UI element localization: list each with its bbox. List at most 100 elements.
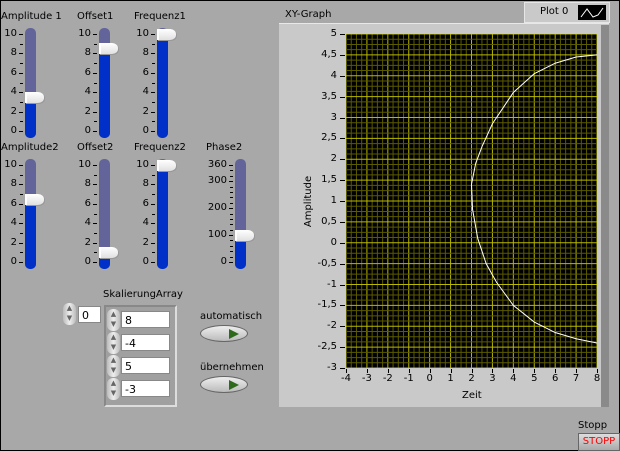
tick-label: 8 [142,47,149,59]
y-tick-label: -1 [327,278,337,290]
array-element-field[interactable]: 5 [121,357,170,374]
y-tick-label: 4,5 [321,48,337,60]
tick-label: 2 [10,236,17,248]
minor-tick [230,256,233,258]
stop-button[interactable]: STOPP [578,433,620,451]
slider-thumb-frequenz1[interactable] [157,29,176,40]
tick-label: 10 [136,159,149,170]
y-tick-label: 3 [330,111,337,123]
slider-thumb-offset2[interactable] [99,247,118,259]
minor-tick [20,111,23,113]
minor-tick [94,242,97,244]
y-tick-label: 1 [330,195,337,206]
minor-tick [94,63,97,65]
tick-label: 0 [220,256,227,267]
array-element-field[interactable]: 8 [121,311,170,328]
minor-tick [94,101,97,103]
slider-fill [25,97,36,138]
minor-tick [20,43,23,45]
y-tick-mark [340,305,345,307]
tick-label: 2 [142,236,149,248]
array-index-spinner[interactable]: ▲ ▼ [63,303,76,325]
slider-amplitude1[interactable] [25,28,36,138]
tick-label: 2 [10,105,17,117]
minor-tick [152,174,155,176]
minor-tick [94,53,97,55]
minor-tick [20,53,23,55]
y-tick-label: 1,5 [321,174,337,186]
minor-tick [94,232,97,234]
y-tick-mark [340,368,345,369]
y-tick-mark [340,75,345,77]
tick-label: 2 [142,105,149,117]
minor-tick [20,242,23,244]
x-tick-label: 5 [531,373,538,384]
minor-tick [94,111,97,113]
array-index-field[interactable]: 0 [78,306,101,323]
tick-label: 360 [207,159,227,170]
tick-mark [93,262,97,263]
minor-tick [230,175,233,177]
array-element-spinner[interactable]: ▲ ▼ [107,355,120,377]
plot-legend[interactable]: Plot 0 [524,2,610,23]
y-tick-label: -1,5 [317,299,337,311]
array-element-field[interactable]: -4 [121,334,170,351]
led-icon [229,380,239,390]
apply-label: übernehmen [200,362,264,373]
tick-label: 0 [10,125,17,136]
tick-mark [151,34,155,35]
array-label: SkalierungArray [103,289,183,300]
auto-label: automatisch [200,311,263,322]
minor-tick [20,184,23,186]
y-tick-label: -2 [327,320,337,332]
minor-tick [230,213,233,215]
auto-button[interactable] [200,325,248,342]
y-tick-mark [340,201,345,202]
minor-tick [152,63,155,65]
tick-mark [151,262,155,263]
tick-mark [93,165,97,166]
y-tick-mark [340,263,345,265]
minor-tick [94,72,97,74]
slider-label-frequenz2: Frequenz2 [134,142,186,153]
minor-tick [152,194,155,196]
apply-button[interactable] [200,376,248,393]
tick-label: 8 [84,178,91,190]
tick-label: 6 [142,197,149,209]
array-element-spinner[interactable]: ▲ ▼ [107,309,120,331]
slider-thumb-amplitude1[interactable] [25,92,44,104]
x-tick-label: 0 [426,373,433,384]
x-tick-label: -3 [361,373,372,384]
tick-label: 4 [10,217,17,229]
slider-amplitude2[interactable] [25,159,36,269]
minor-tick [20,194,23,196]
array-element-spinner[interactable]: ▲ ▼ [107,378,120,400]
y-tick-label: 2 [330,153,337,165]
y-tick-mark [340,34,345,35]
tick-label: 8 [10,47,17,59]
led-icon [229,329,239,339]
array-element-field[interactable]: -3 [121,380,170,397]
slider-thumb-amplitude2[interactable] [25,193,44,205]
minor-tick [152,72,155,74]
slider-thumb-frequenz2[interactable] [157,160,176,171]
minor-tick [94,194,97,196]
tick-label: 0 [84,256,91,267]
minor-tick [230,218,233,220]
slider-thumb-phase2[interactable] [235,230,254,242]
slider-phase2[interactable] [235,159,246,269]
array-element-spinner[interactable]: ▲ ▼ [107,332,120,354]
x-axis-label: Zeit [462,390,482,401]
slider-thumb-offset1[interactable] [99,42,118,54]
minor-tick [94,184,97,186]
slider-frequenz2[interactable] [157,159,168,269]
slider-frequenz1[interactable] [157,28,168,138]
tick-label: 300 [207,175,227,187]
minor-tick [94,252,97,254]
tick-label: 4 [84,86,91,98]
tick-mark [151,165,155,166]
minor-tick [94,82,97,84]
minor-tick [152,53,155,55]
slider-label-phase2: Phase2 [206,142,243,153]
xy-graph-plot[interactable] [346,34,597,368]
